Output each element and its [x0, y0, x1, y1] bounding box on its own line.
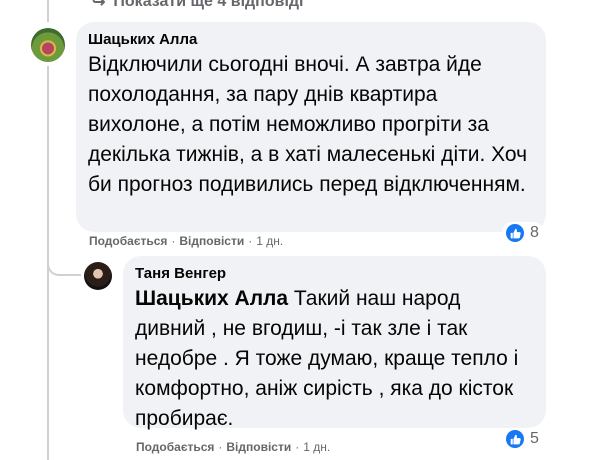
reaction-count: 8: [530, 224, 539, 241]
avatar[interactable]: [31, 28, 65, 62]
comment-actions: Подобається · Відповісти · 1 дн.: [136, 440, 330, 454]
timestamp[interactable]: 1 дн.: [303, 440, 330, 454]
avatar[interactable]: [84, 262, 112, 290]
reply-button[interactable]: Відповісти: [226, 440, 291, 454]
mention-link[interactable]: Шацьких Алла: [135, 287, 288, 310]
reaction-summary[interactable]: 5: [502, 428, 543, 450]
comment-text: Шацьких Алла Такий наш народ дивний , не…: [135, 284, 534, 434]
timestamp[interactable]: 1 дн.: [256, 234, 283, 248]
thread-curve: [47, 246, 81, 276]
separator: ·: [218, 440, 223, 454]
comment-text: Відключили сьогодні вночі. А завтра йде …: [88, 53, 528, 196]
comment-author[interactable]: Шацьких Алла: [88, 30, 534, 50]
reply-arrow-icon: ↪: [92, 0, 106, 11]
reply-button[interactable]: Відповісти: [179, 234, 244, 248]
reply-bubble: Таня Венгер Шацьких Алла Такий наш народ…: [123, 256, 546, 430]
reaction-count: 5: [530, 430, 539, 447]
thumbs-up-icon: [506, 430, 524, 448]
thread-line-reply: [47, 66, 49, 276]
show-more-replies-label: Показати ще 4 відповіді: [113, 0, 304, 10]
show-more-replies-link[interactable]: ↪ Показати ще 4 відповіді: [92, 0, 303, 13]
separator: ·: [248, 234, 253, 248]
separator: ·: [171, 234, 176, 248]
comment-actions: Подобається · Відповісти · 1 дн.: [89, 234, 283, 248]
reaction-summary[interactable]: 8: [502, 222, 543, 244]
thread-line-more: [47, 276, 49, 460]
thread-line-main: [47, 0, 49, 22]
separator: ·: [295, 440, 300, 454]
comment-bubble: Шацьких Алла Відключили сьогодні вночі. …: [76, 22, 546, 232]
comment-author[interactable]: Таня Венгер: [135, 264, 534, 284]
thumbs-up-icon: [506, 224, 524, 242]
like-button[interactable]: Подобається: [136, 440, 214, 454]
like-button[interactable]: Подобається: [89, 234, 167, 248]
